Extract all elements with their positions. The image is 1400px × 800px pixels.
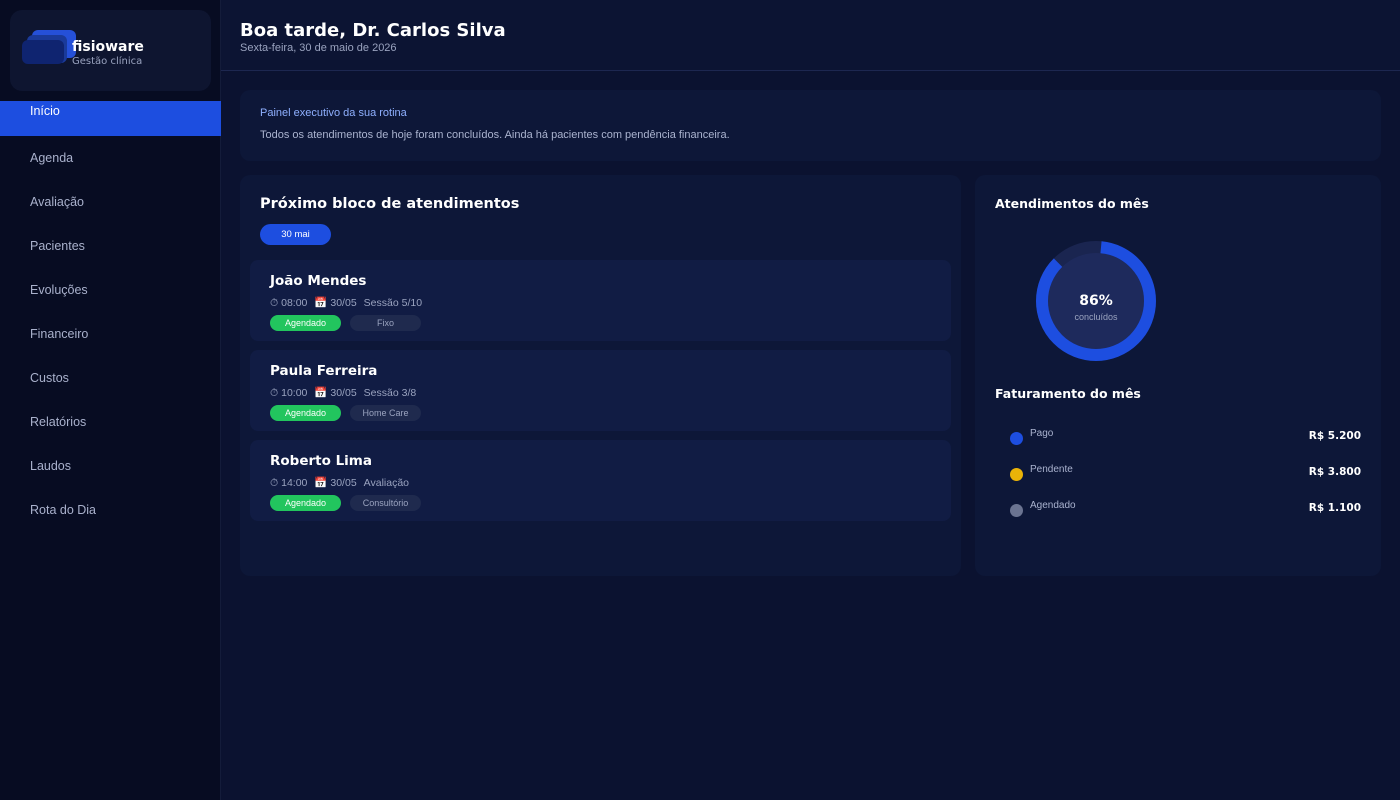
revenue-value: R$ 1.100 bbox=[1308, 502, 1361, 514]
executive-panel-text: Todos os atendimentos de hoje foram conc… bbox=[260, 129, 730, 141]
sidebar-item-financeiro[interactable]: Financeiro bbox=[0, 312, 221, 356]
monthly-appointments-title: Atendimentos do mês bbox=[995, 196, 1149, 211]
appointment-meta: ⏱ 08:00 📅 30/05 Sessão 5/10 bbox=[270, 296, 429, 310]
executive-panel: Painel executivo da sua rotina Todos os … bbox=[240, 90, 1381, 161]
patient-name: João Mendes bbox=[270, 273, 367, 289]
type-badge: Home Care bbox=[350, 405, 421, 421]
appointment-card[interactable]: Paula Ferreira ⏱ 10:00 📅 30/05 Sessão 3/8 … bbox=[250, 350, 951, 431]
brand-name: fisioware bbox=[72, 39, 144, 55]
appointment-meta: ⏱ 10:00 📅 30/05 Sessão 3/8 bbox=[270, 386, 423, 400]
revenue-label: Pendente bbox=[1030, 464, 1073, 475]
sidebar-item-evolucoes[interactable]: Evoluções bbox=[0, 268, 221, 312]
revenue-row-paid: Pago R$ 5.200 bbox=[1010, 428, 1371, 448]
executive-panel-title: Painel executivo da sua rotina bbox=[260, 107, 407, 119]
page-title: Boa tarde, Dr. Carlos Silva bbox=[240, 20, 506, 41]
appointment-time: ⏱ 10:00 bbox=[270, 387, 308, 399]
donut-center-label: 86% concluídos bbox=[1047, 293, 1145, 322]
page-header: Boa tarde, Dr. Carlos Silva Sexta-feira,… bbox=[221, 0, 1400, 71]
completion-percent: 86% bbox=[1079, 293, 1113, 309]
sidebar-item-rota-do-dia[interactable]: Rota do Dia bbox=[0, 488, 221, 532]
type-badge: Consultório bbox=[350, 495, 421, 511]
pending-dot-icon bbox=[1010, 468, 1023, 481]
patient-name: Paula Ferreira bbox=[270, 363, 378, 379]
appointment-session: Avaliação bbox=[363, 477, 410, 489]
revenue-value: R$ 3.800 bbox=[1308, 466, 1361, 478]
sidebar-item-avaliacao[interactable]: Avaliação bbox=[0, 180, 221, 224]
appointment-time: ⏱ 08:00 bbox=[270, 297, 308, 309]
sidebar-item-inicio[interactable]: Início bbox=[0, 101, 221, 136]
appointment-meta: ⏱ 14:00 📅 30/05 Avaliação bbox=[270, 476, 416, 490]
status-badge: Agendado bbox=[270, 405, 341, 421]
sidebar-item-laudos[interactable]: Laudos bbox=[0, 444, 221, 488]
type-badge: Fixo bbox=[350, 315, 421, 331]
brand-subtitle: Gestão clínica bbox=[72, 56, 143, 67]
monthly-revenue-title: Faturamento do mês bbox=[995, 386, 1141, 401]
brand-block[interactable]: fisioware Gestão clínica bbox=[10, 10, 211, 91]
paid-dot-icon bbox=[1010, 432, 1023, 445]
appointment-card[interactable]: João Mendes ⏱ 08:00 📅 30/05 Sessão 5/10 Ag… bbox=[250, 260, 951, 341]
sidebar: fisioware Gestão clínica Início Agenda A… bbox=[0, 0, 221, 800]
appointment-date: 📅 30/05 bbox=[314, 297, 357, 309]
appointments-panel: Próximo bloco de atendimentos 30 mai Joã… bbox=[240, 175, 961, 576]
appointment-date: 📅 30/05 bbox=[314, 477, 357, 489]
sidebar-nav: Início Agenda Avaliação Pacientes Evoluç… bbox=[0, 92, 221, 532]
appointment-session: Sessão 5/10 bbox=[363, 297, 423, 309]
status-badge: Agendado bbox=[270, 495, 341, 511]
appointment-card[interactable]: Roberto Lima ⏱ 14:00 📅 30/05 Avaliação Age… bbox=[250, 440, 951, 521]
patient-name: Roberto Lima bbox=[270, 453, 372, 469]
brand-logo-icon bbox=[22, 30, 76, 66]
current-date: Sexta-feira, 30 de maio de 2026 bbox=[240, 42, 397, 54]
appointment-date: 📅 30/05 bbox=[314, 387, 357, 399]
revenue-row-pending: Pendente R$ 3.800 bbox=[1010, 464, 1371, 484]
appointment-session: Sessão 3/8 bbox=[363, 387, 417, 399]
date-filter-pill[interactable]: 30 mai bbox=[260, 224, 331, 245]
revenue-value: R$ 5.200 bbox=[1308, 430, 1361, 442]
sidebar-item-pacientes[interactable]: Pacientes bbox=[0, 224, 221, 268]
appointments-title: Próximo bloco de atendimentos bbox=[260, 196, 520, 212]
stats-panel: Atendimentos do mês 86% concluídos Fatur… bbox=[975, 175, 1381, 576]
status-badge: Agendado bbox=[270, 315, 341, 331]
appointment-time: ⏱ 14:00 bbox=[270, 477, 308, 489]
revenue-label: Pago bbox=[1030, 428, 1054, 439]
scheduled-dot-icon bbox=[1010, 504, 1023, 517]
completion-label: concluídos bbox=[1074, 312, 1118, 322]
sidebar-item-relatorios[interactable]: Relatórios bbox=[0, 400, 221, 444]
sidebar-item-agenda[interactable]: Agenda bbox=[0, 136, 221, 180]
revenue-row-scheduled: Agendado R$ 1.100 bbox=[1010, 500, 1371, 520]
sidebar-item-custos[interactable]: Custos bbox=[0, 356, 221, 400]
revenue-label: Agendado bbox=[1030, 500, 1076, 511]
